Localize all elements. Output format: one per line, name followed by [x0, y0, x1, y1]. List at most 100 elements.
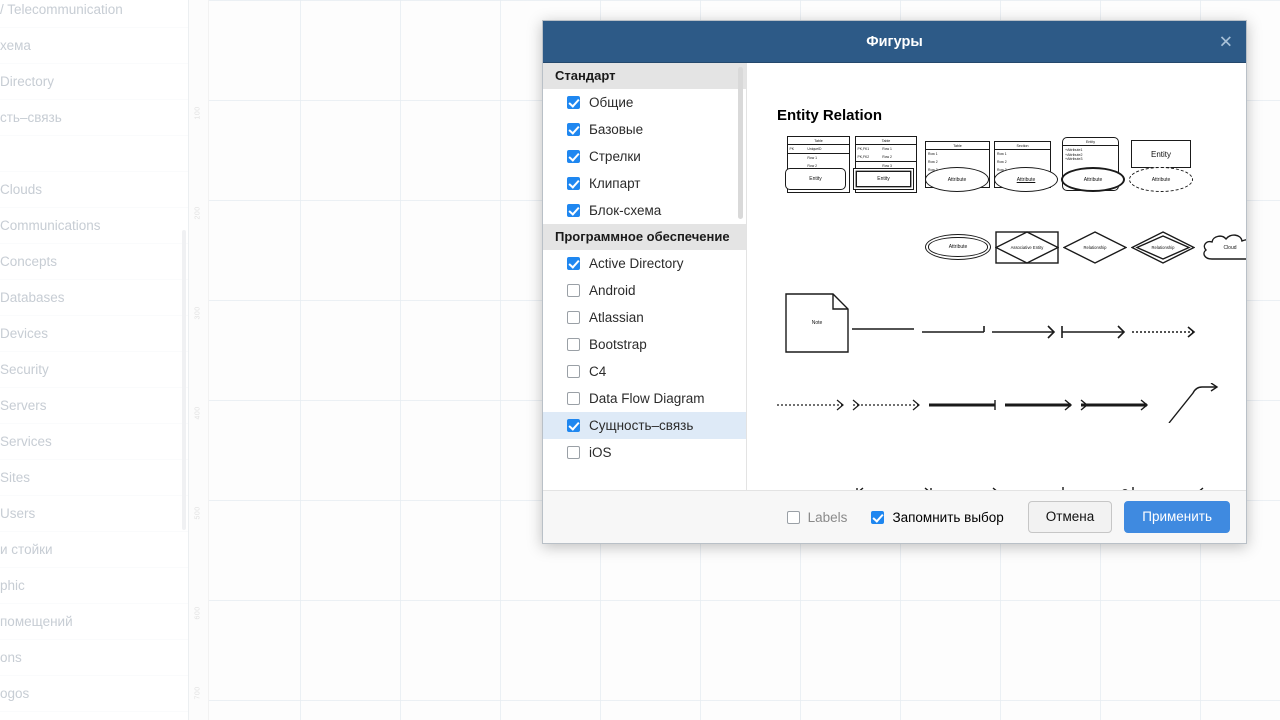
table-cell-key: PK,FK2	[857, 155, 870, 159]
sidebar-item[interactable]: Devices	[0, 316, 188, 352]
ruler-tick: 600	[194, 606, 202, 620]
ruler-tick: 700	[194, 686, 202, 700]
sidebar-item[interactable]: Sites	[0, 460, 188, 496]
table-row: Row 1	[995, 150, 1050, 158]
table-header: Section	[995, 142, 1050, 150]
shape-entity-rounded[interactable]: Entity	[785, 168, 846, 190]
checkbox-icon[interactable]	[567, 150, 580, 163]
sidebar-item[interactable]: хема	[0, 28, 188, 64]
category-item-strelki[interactable]: Стрелки	[543, 143, 746, 170]
checkbox-icon[interactable]	[567, 311, 580, 324]
shape-note[interactable]: Note	[785, 293, 849, 353]
sidebar-scrollbar[interactable]	[182, 230, 186, 530]
shape-relationship[interactable]: Relationship	[1062, 231, 1128, 264]
shape-entity-box[interactable]: Entity	[1131, 140, 1191, 168]
checkbox-icon[interactable]	[567, 338, 580, 351]
dialog-footer: Labels Запомнить выбор Отмена Применить	[543, 490, 1246, 543]
labels-checkbox[interactable]: Labels	[786, 510, 847, 525]
category-item-ios[interactable]: iOS	[543, 439, 746, 466]
connector-row-3[interactable]	[777, 421, 1246, 490]
connector-row-1[interactable]	[852, 313, 1246, 343]
category-item-klipart[interactable]: Клипарт	[543, 170, 746, 197]
checkbox-icon[interactable]	[567, 419, 580, 432]
category-item-obschie[interactable]: Общие	[543, 89, 746, 116]
sidebar-item[interactable]: / Telecommunication	[0, 0, 188, 28]
category-panel[interactable]: Стандарт Общие Базовые Стрелки Клипарт Б…	[543, 63, 747, 490]
shape-label: Attribute	[948, 244, 968, 250]
sidebar-item[interactable]: помещений	[0, 604, 188, 640]
checkbox-icon[interactable]	[871, 510, 885, 524]
shape-label: Relationship	[1151, 244, 1175, 250]
checkbox-icon[interactable]	[567, 204, 580, 217]
category-label: Базовые	[589, 122, 644, 137]
sidebar-item[interactable]: Directory	[0, 64, 188, 100]
category-item-entity-relation[interactable]: Сущность–связь	[543, 412, 746, 439]
ruler-tick: 100	[194, 106, 202, 120]
shape-associative-entity[interactable]: Associative Entity	[994, 231, 1060, 264]
shape-attribute-plain[interactable]: Attribute	[925, 167, 989, 192]
sidebar-item[interactable]: ogos	[0, 676, 188, 712]
shape-library-sidebar[interactable]: / Telecommunication хема Directory сть–с…	[0, 0, 189, 720]
sidebar-item[interactable]	[0, 136, 188, 172]
close-icon[interactable]: ✕	[1219, 33, 1233, 50]
category-label: Atlassian	[589, 310, 644, 325]
checkbox-icon[interactable]	[567, 123, 580, 136]
category-group-header-standard: Стандарт	[543, 63, 746, 89]
table-cell-value: Row 1	[807, 156, 817, 160]
sidebar-item[interactable]: и стойки	[0, 532, 188, 568]
shape-label: Associative Entity	[1010, 244, 1044, 250]
sidebar-item[interactable]: сть–связь	[0, 100, 188, 136]
shape-relationship-weak[interactable]: Relationship	[1130, 231, 1196, 264]
checkbox-icon[interactable]	[567, 365, 580, 378]
table-row: Row 1	[926, 150, 989, 158]
category-item-active-directory[interactable]: Active Directory	[543, 250, 746, 277]
remember-selection-label: Запомнить выбор	[892, 509, 1004, 525]
checkbox-icon[interactable]	[567, 257, 580, 270]
checkbox-icon[interactable]	[567, 392, 580, 405]
shape-entity-weak[interactable]: Entity	[853, 168, 914, 190]
sidebar-item[interactable]: ons	[0, 640, 188, 676]
connector-row-2[interactable]	[777, 383, 1246, 423]
shape-attribute-key[interactable]: Attribute	[994, 167, 1058, 192]
category-item-data-flow-diagram[interactable]: Data Flow Diagram	[543, 385, 746, 412]
category-item-bazovye[interactable]: Базовые	[543, 116, 746, 143]
sidebar-item[interactable]: Animals	[0, 712, 188, 720]
remember-selection-checkbox[interactable]: Запомнить выбор	[871, 509, 1004, 525]
sidebar-item[interactable]: Databases	[0, 280, 188, 316]
apply-button[interactable]: Применить	[1124, 501, 1230, 533]
checkbox-icon[interactable]	[567, 446, 580, 459]
checkbox-icon[interactable]	[567, 284, 580, 297]
shape-preview-panel[interactable]: Entity Relation Table PK UniqueID Row 1	[747, 63, 1246, 490]
sidebar-item[interactable]: Services	[0, 424, 188, 460]
shape-attribute-derived[interactable]: Attribute	[1129, 167, 1193, 192]
category-item-blok-shema[interactable]: Блок-схема	[543, 197, 746, 224]
table-cell-value: Row 1	[928, 152, 938, 156]
category-item-bootstrap[interactable]: Bootstrap	[543, 331, 746, 358]
table-row: Row 2	[995, 158, 1050, 166]
dialog-body: Стандарт Общие Базовые Стрелки Клипарт Б…	[543, 63, 1246, 490]
shape-attribute-bold[interactable]: Attribute	[1061, 167, 1125, 192]
category-item-android[interactable]: Android	[543, 277, 746, 304]
category-scrollbar[interactable]	[738, 67, 743, 219]
sidebar-item[interactable]: Users	[0, 496, 188, 532]
sidebar-item[interactable]: Communications	[0, 208, 188, 244]
sidebar-item[interactable]: Security	[0, 352, 188, 388]
checkbox-icon[interactable]	[567, 177, 580, 190]
checkbox-icon[interactable]	[567, 96, 580, 109]
category-item-atlassian[interactable]: Atlassian	[543, 304, 746, 331]
shape-cloud[interactable]: Cloud	[1199, 233, 1246, 263]
ruler-tick: 200	[194, 206, 202, 220]
table-row: Row 1	[788, 154, 849, 162]
ruler-tick: 500	[194, 506, 202, 520]
checkbox-icon[interactable]	[786, 510, 800, 524]
category-item-c4[interactable]: C4	[543, 358, 746, 385]
sidebar-item[interactable]: Concepts	[0, 244, 188, 280]
sidebar-item[interactable]: phic	[0, 568, 188, 604]
shape-attribute-multivalued[interactable]: Attribute	[925, 234, 991, 260]
sidebar-item[interactable]: Clouds	[0, 172, 188, 208]
table-row: PK,FK2 Row 2	[856, 153, 916, 162]
cancel-button[interactable]: Отмена	[1027, 501, 1113, 533]
shape-label: Cloud	[1223, 245, 1237, 251]
table-cell-key: PK,FK1	[857, 147, 870, 151]
sidebar-item[interactable]: Servers	[0, 388, 188, 424]
